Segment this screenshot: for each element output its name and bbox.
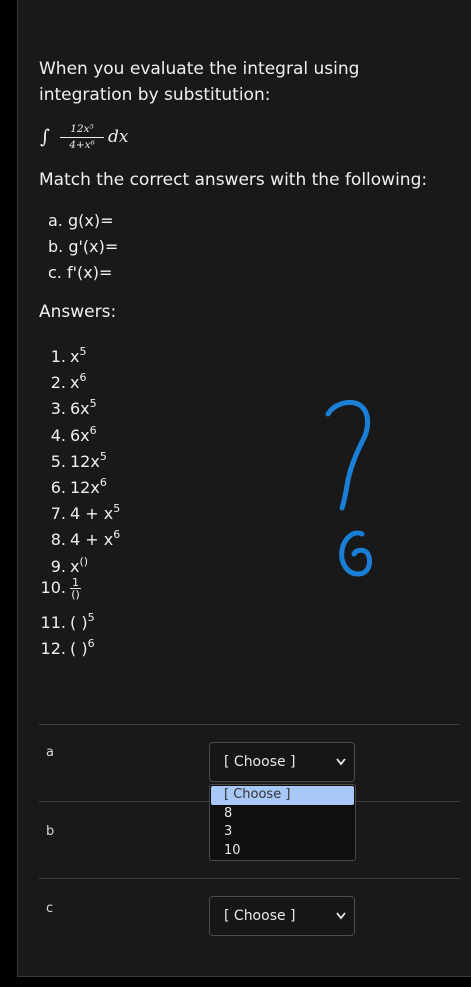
answer-item: 3. 6x5: [36, 391, 120, 419]
answer-item: 10. 1(): [36, 575, 120, 605]
answer-exponent: 6: [89, 423, 97, 437]
answer-exponent: 5: [113, 502, 121, 516]
answer-base: 4 + x: [70, 504, 114, 524]
answer-base: 12x: [70, 451, 100, 471]
dropdown-option[interactable]: [ Choose ]: [211, 786, 354, 805]
answer-exponent: 6: [113, 528, 121, 542]
answer-item: 5. 12x5: [36, 444, 120, 471]
answer-base: 6x: [70, 425, 90, 445]
select-c-value: [ Choose ]: [224, 908, 296, 924]
answer-exponent: 5: [79, 345, 87, 358]
answer-base: 12x: [70, 477, 100, 497]
answer-item: 2. x6: [36, 365, 120, 392]
answer-number: 12.: [40, 638, 66, 658]
answer-item: 4. 6x6: [36, 418, 120, 445]
chevron-down-icon: [336, 897, 346, 951]
question-mark-scribble-icon: [325, 399, 373, 577]
answer-base: ( ): [70, 638, 88, 658]
match-prompt: Match the correct answers with the follo…: [39, 170, 428, 190]
select-a[interactable]: [ Choose ]: [209, 742, 355, 782]
answer-item: 9. x(): [36, 549, 120, 576]
integral-differential: dx: [108, 127, 129, 147]
row-divider: [39, 724, 460, 725]
sub-item-b: b. g'(x)=: [48, 237, 119, 256]
answer-fraction: 1(): [70, 577, 81, 600]
match-row-label-b: b: [46, 824, 55, 839]
answer-item: 11.( )5: [36, 605, 120, 632]
integral-sign: ∫: [40, 126, 50, 148]
answer-exponent: 5: [89, 397, 97, 411]
answers-list: 1. x5 2. x6 3. 6x5 4. 6x6 5. 12x5 6. 12x6 7. 4 + x5 8.…: [36, 339, 121, 658]
integral-numerator: 12x⁵: [60, 122, 104, 138]
question-text: When you evaluate the integral using int…: [39, 59, 360, 105]
answer-exponent: 6: [99, 475, 107, 489]
answer-item: 7. 4 + x5: [36, 496, 121, 524]
dropdown-option[interactable]: 8: [210, 805, 355, 824]
row-divider: [39, 878, 460, 879]
match-row-label-a: a: [46, 745, 54, 760]
match-row-label-c: c: [46, 901, 54, 916]
answer-item: 8. 4 + x6: [36, 522, 121, 550]
answer-base: 4 + x: [70, 530, 114, 550]
integral-fraction: 12x⁵ 4+x⁶: [60, 122, 104, 152]
answer-item: 12.( )6: [36, 631, 120, 658]
answer-item: 1. x5: [36, 339, 120, 366]
answers-title: Answers:: [39, 302, 117, 322]
answer-exponent: 6: [87, 636, 95, 650]
answer-item: 6. 12x6: [36, 470, 120, 497]
select-a-value: [ Choose ]: [224, 754, 296, 770]
answer-number: 10.: [40, 577, 66, 597]
answer-base: ( ): [70, 612, 88, 632]
fraction-denominator: (): [71, 587, 80, 601]
fraction-numerator: 1: [70, 575, 81, 589]
answer-exponent: 5: [99, 449, 107, 463]
sub-item-list: a. g(x)= b. g'(x)= c. f'(x)=: [48, 208, 118, 286]
answer-base: 6x: [70, 399, 90, 419]
integral-denominator: 4+x⁶: [69, 139, 95, 151]
answer-exponent: 6: [79, 371, 87, 385]
answer-exponent: (): [79, 554, 89, 568]
dropdown-option[interactable]: 10: [210, 842, 355, 861]
sub-item-c: c. f'(x)=: [48, 263, 113, 282]
sub-item-a: a. g(x)=: [48, 211, 114, 230]
dropdown-option[interactable]: 3: [210, 823, 355, 842]
answer-exponent: 5: [87, 610, 95, 624]
select-b-dropdown-list[interactable]: [ Choose ] 8 3 10: [209, 784, 356, 861]
select-c[interactable]: [ Choose ]: [209, 896, 355, 936]
